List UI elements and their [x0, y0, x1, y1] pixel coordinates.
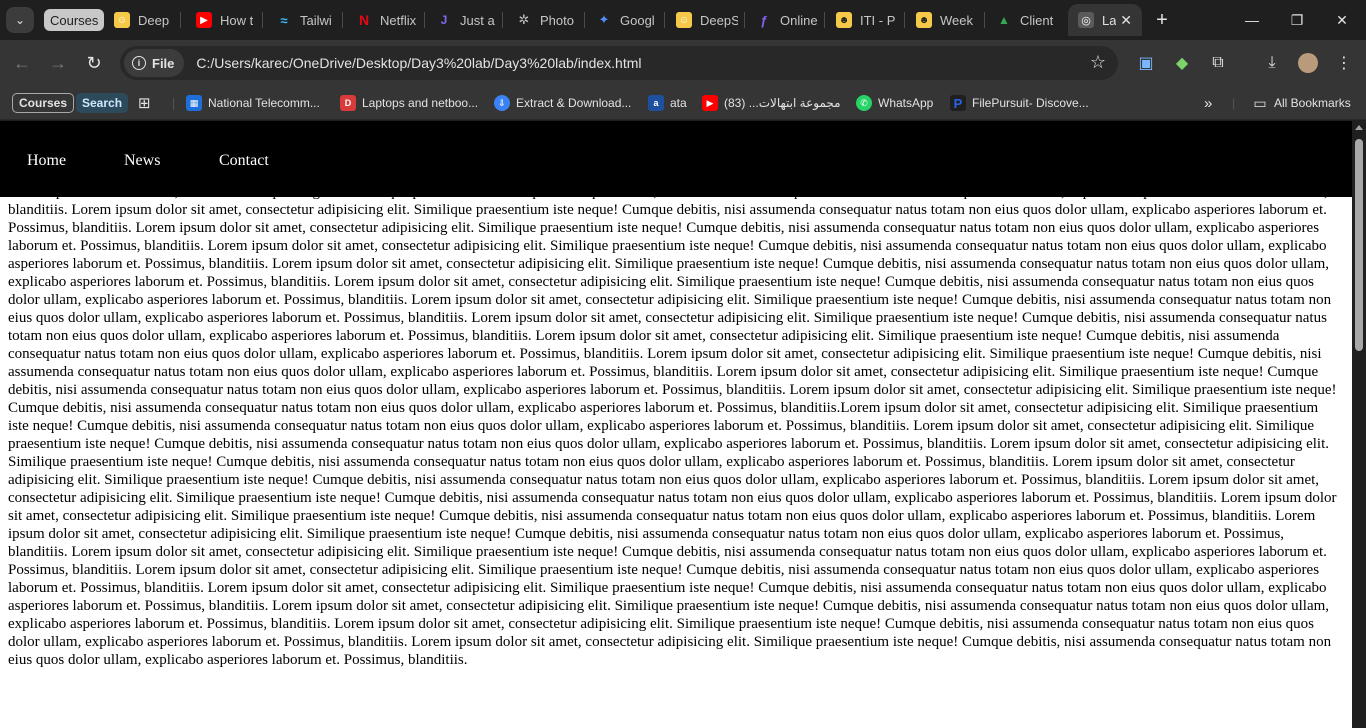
tab-7[interactable]: ✦ Googl: [586, 4, 658, 36]
scroll-up-icon[interactable]: [1355, 125, 1363, 130]
site-navbar: Home News Contact: [0, 121, 1352, 197]
folder-icon: ▭: [1253, 94, 1267, 111]
tab-divider: [744, 12, 745, 28]
nav-link-contact[interactable]: Contact: [219, 152, 269, 170]
reload-button[interactable]: ↻: [80, 49, 108, 77]
close-icon[interactable]: ✕: [1120, 12, 1132, 29]
bookmark-divider: |: [1232, 96, 1236, 110]
gemini-icon: ✦: [596, 12, 612, 28]
arrow-right-icon: →: [49, 52, 67, 73]
tab-8[interactable]: ☺ DeepS: [666, 4, 738, 36]
tab-9[interactable]: ƒ Online: [746, 4, 818, 36]
dell-icon: D: [340, 95, 356, 111]
deepseek-icon: ☺: [114, 12, 130, 28]
bookmark-item[interactable]: D Laptops and netboo...: [340, 91, 478, 115]
tab-divider: [824, 12, 825, 28]
nav-link-home[interactable]: Home: [27, 152, 66, 170]
tab-5[interactable]: J Just a: [426, 4, 496, 36]
tab-divider: [502, 12, 503, 28]
youtube-icon: ▶: [702, 95, 718, 111]
extract-icon: ⇩: [494, 95, 510, 111]
download-icon[interactable]: ⤓: [1260, 51, 1284, 75]
bookmarks-overflow-button[interactable]: »: [1204, 91, 1212, 115]
avatar[interactable]: [1296, 51, 1320, 75]
bookmark-item[interactable]: ✆ WhatsApp: [856, 91, 933, 115]
google-drive-icon: ▲: [996, 12, 1012, 28]
tab-divider: [342, 12, 343, 28]
tab-6[interactable]: ✲ Photo: [506, 4, 578, 36]
media-icon[interactable]: ▣: [1134, 51, 1158, 75]
bookmarks-bar: Courses Search ⊞ | ▦ National Telecomm..…: [0, 86, 1366, 120]
tab-divider: [664, 12, 665, 28]
filepursuit-icon: P: [950, 95, 966, 111]
star-icon[interactable]: ☆: [1090, 52, 1106, 73]
bookmark-item[interactable]: P FilePursuit- Discove...: [950, 91, 1089, 115]
tab-3[interactable]: ≈ Tailwi: [266, 4, 336, 36]
minimize-button[interactable]: —: [1230, 6, 1274, 34]
browser-toolbar: ← → ↻ i File C:/Users/karec/OneDrive/Des…: [0, 40, 1366, 86]
apps-grid-icon[interactable]: ⊞: [138, 91, 151, 115]
kebab-menu-icon[interactable]: ⋮: [1332, 51, 1356, 75]
extension-google-icon[interactable]: ◆: [1170, 51, 1194, 75]
info-icon: i: [132, 56, 146, 70]
whatsapp-icon: ✆: [856, 95, 872, 111]
tab-12[interactable]: ▲ Client: [986, 4, 1062, 36]
forward-button[interactable]: →: [44, 49, 72, 77]
tab-10[interactable]: ☻ ITI - P: [826, 4, 898, 36]
netflix-icon: N: [356, 12, 372, 28]
bookmark-courses[interactable]: Courses: [12, 93, 75, 113]
tab-strip: ⌄ Courses ☺ DeepS ▶ How t ≈ Tailwi N Net…: [0, 0, 1366, 40]
tab-divider: [904, 12, 905, 28]
scrollbar-thumb[interactable]: [1355, 139, 1363, 351]
chevron-down-icon: ⌄: [14, 13, 26, 27]
deepseek-icon: ☺: [676, 12, 692, 28]
tab-1[interactable]: ☺ DeepS: [104, 4, 170, 36]
back-button[interactable]: ←: [8, 49, 36, 77]
tab-divider: [262, 12, 263, 28]
globe-icon: ◎: [1078, 12, 1094, 28]
bookmark-divider: |: [172, 96, 176, 110]
all-bookmarks-button[interactable]: ▭ All Bookmarks: [1252, 91, 1350, 115]
just-a-icon: J: [436, 12, 452, 28]
page-scrollbar[interactable]: [1352, 121, 1366, 728]
reload-icon: ↻: [86, 52, 102, 73]
tab-divider: [984, 12, 985, 28]
tab-2[interactable]: ▶ How t: [186, 4, 256, 36]
ata-icon: a: [648, 95, 664, 111]
tab-divider: [180, 12, 181, 28]
bookmark-item[interactable]: ▦ National Telecomm...: [186, 91, 320, 115]
tab-11[interactable]: ☻ Week: [906, 4, 978, 36]
bookmark-item[interactable]: a ata: [648, 91, 687, 115]
new-tab-button[interactable]: +: [1150, 8, 1174, 32]
tab-divider: [584, 12, 585, 28]
site-info-chip[interactable]: i File: [124, 49, 185, 77]
page-viewport: Home News Contact Lorem ipsum dolor sit …: [0, 121, 1352, 728]
tab-4[interactable]: N Netflix: [346, 4, 416, 36]
arrow-left-icon: ←: [13, 52, 31, 73]
bookmark-item[interactable]: ▶ مجموعة ابتهالات... (83): [702, 91, 841, 115]
tab-group-courses[interactable]: Courses: [44, 9, 105, 31]
tab-active[interactable]: ◎ La ✕: [1068, 4, 1142, 36]
nti-icon: ▦: [186, 95, 202, 111]
nav-link-news[interactable]: News: [124, 152, 160, 170]
online-icon: ƒ: [756, 12, 772, 28]
tab-divider: [424, 12, 425, 28]
bookmark-search[interactable]: Search: [76, 93, 129, 113]
maximize-button[interactable]: ❐: [1275, 6, 1319, 34]
page-body-text: Lorem ipsum dolor sit amet, consectetur …: [8, 184, 1337, 668]
close-window-button[interactable]: ✕: [1320, 6, 1364, 34]
address-bar[interactable]: i File C:/Users/karec/OneDrive/Desktop/D…: [120, 46, 1118, 80]
openai-icon: ✲: [516, 12, 532, 28]
tailwind-icon: ≈: [276, 12, 292, 28]
week-icon: ☻: [916, 12, 932, 28]
puzzle-icon[interactable]: ⧉: [1206, 51, 1230, 75]
url-text[interactable]: C:/Users/karec/OneDrive/Desktop/Day3%20l…: [196, 55, 641, 71]
scheme-label: File: [152, 55, 175, 71]
iti-icon: ☻: [836, 12, 852, 28]
tab-search-button[interactable]: ⌄: [6, 7, 34, 33]
bookmark-item[interactable]: ⇩ Extract & Download...: [494, 91, 631, 115]
youtube-icon: ▶: [196, 12, 212, 28]
